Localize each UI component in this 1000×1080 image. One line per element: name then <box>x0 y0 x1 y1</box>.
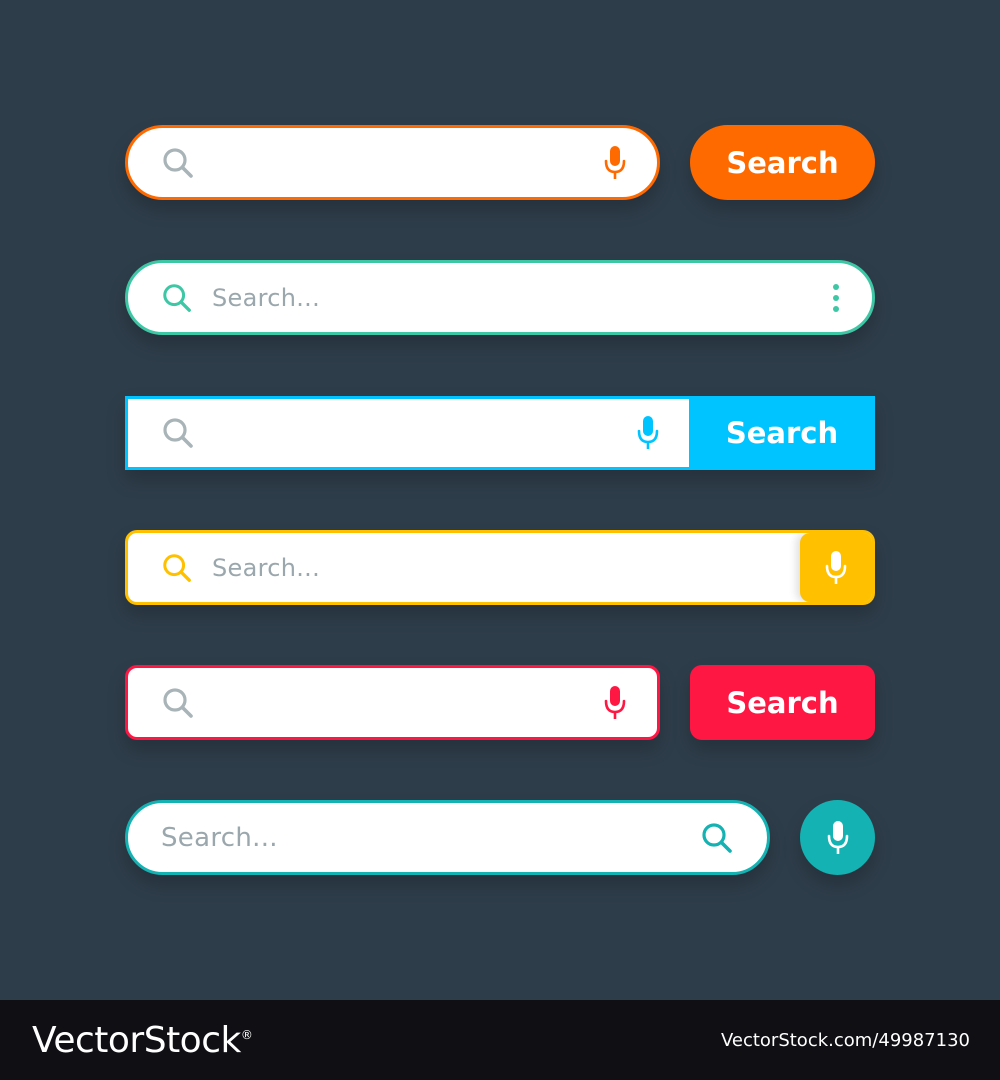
search-button-label: Search <box>726 145 839 180</box>
search-bar-orange[interactable] <box>125 125 660 200</box>
search-bar-blue[interactable]: Search <box>125 396 875 470</box>
search-button-orange[interactable]: Search <box>690 125 875 200</box>
microphone-button-teal[interactable] <box>800 800 875 875</box>
search-bar-yellow[interactable]: Search... <box>125 530 875 605</box>
brand-logo: VectorStock® <box>32 1019 253 1061</box>
microphone-button-yellow[interactable] <box>800 533 872 602</box>
search-icon <box>161 552 193 584</box>
search-placeholder[interactable]: Search... <box>161 823 278 853</box>
search-bar-red[interactable] <box>125 665 660 740</box>
search-placeholder[interactable]: Search... <box>212 284 320 312</box>
search-icon <box>161 686 195 720</box>
search-icon <box>161 282 193 314</box>
search-icon <box>161 416 195 450</box>
brand-name: VectorStock <box>32 1019 241 1061</box>
brand-registered-mark: ® <box>240 1027 253 1042</box>
search-icon[interactable] <box>700 821 734 855</box>
search-button-label: Search <box>726 685 839 720</box>
microphone-icon <box>826 819 850 857</box>
search-input[interactable] <box>213 418 617 448</box>
search-input[interactable] <box>213 687 597 718</box>
search-bar-teal[interactable]: Search... <box>125 800 770 875</box>
search-input[interactable] <box>213 147 597 178</box>
image-id: VectorStock.com/49987130 <box>720 1029 970 1051</box>
search-icon <box>161 146 195 180</box>
microphone-icon[interactable] <box>636 414 660 452</box>
microphone-icon[interactable] <box>603 144 627 182</box>
search-placeholder[interactable]: Search... <box>212 554 320 582</box>
artboard: Search Search... Search Search... Search… <box>0 0 1000 1000</box>
search-button-blue[interactable]: Search <box>689 396 875 470</box>
microphone-icon <box>824 549 848 587</box>
search-bar-green[interactable]: Search... <box>125 260 875 335</box>
microphone-icon[interactable] <box>603 684 627 722</box>
watermark-footer: VectorStock® VectorStock.com/49987130 <box>0 1000 1000 1080</box>
search-button-red[interactable]: Search <box>690 665 875 740</box>
more-vertical-icon[interactable] <box>832 283 840 313</box>
search-button-label: Search <box>725 416 839 450</box>
